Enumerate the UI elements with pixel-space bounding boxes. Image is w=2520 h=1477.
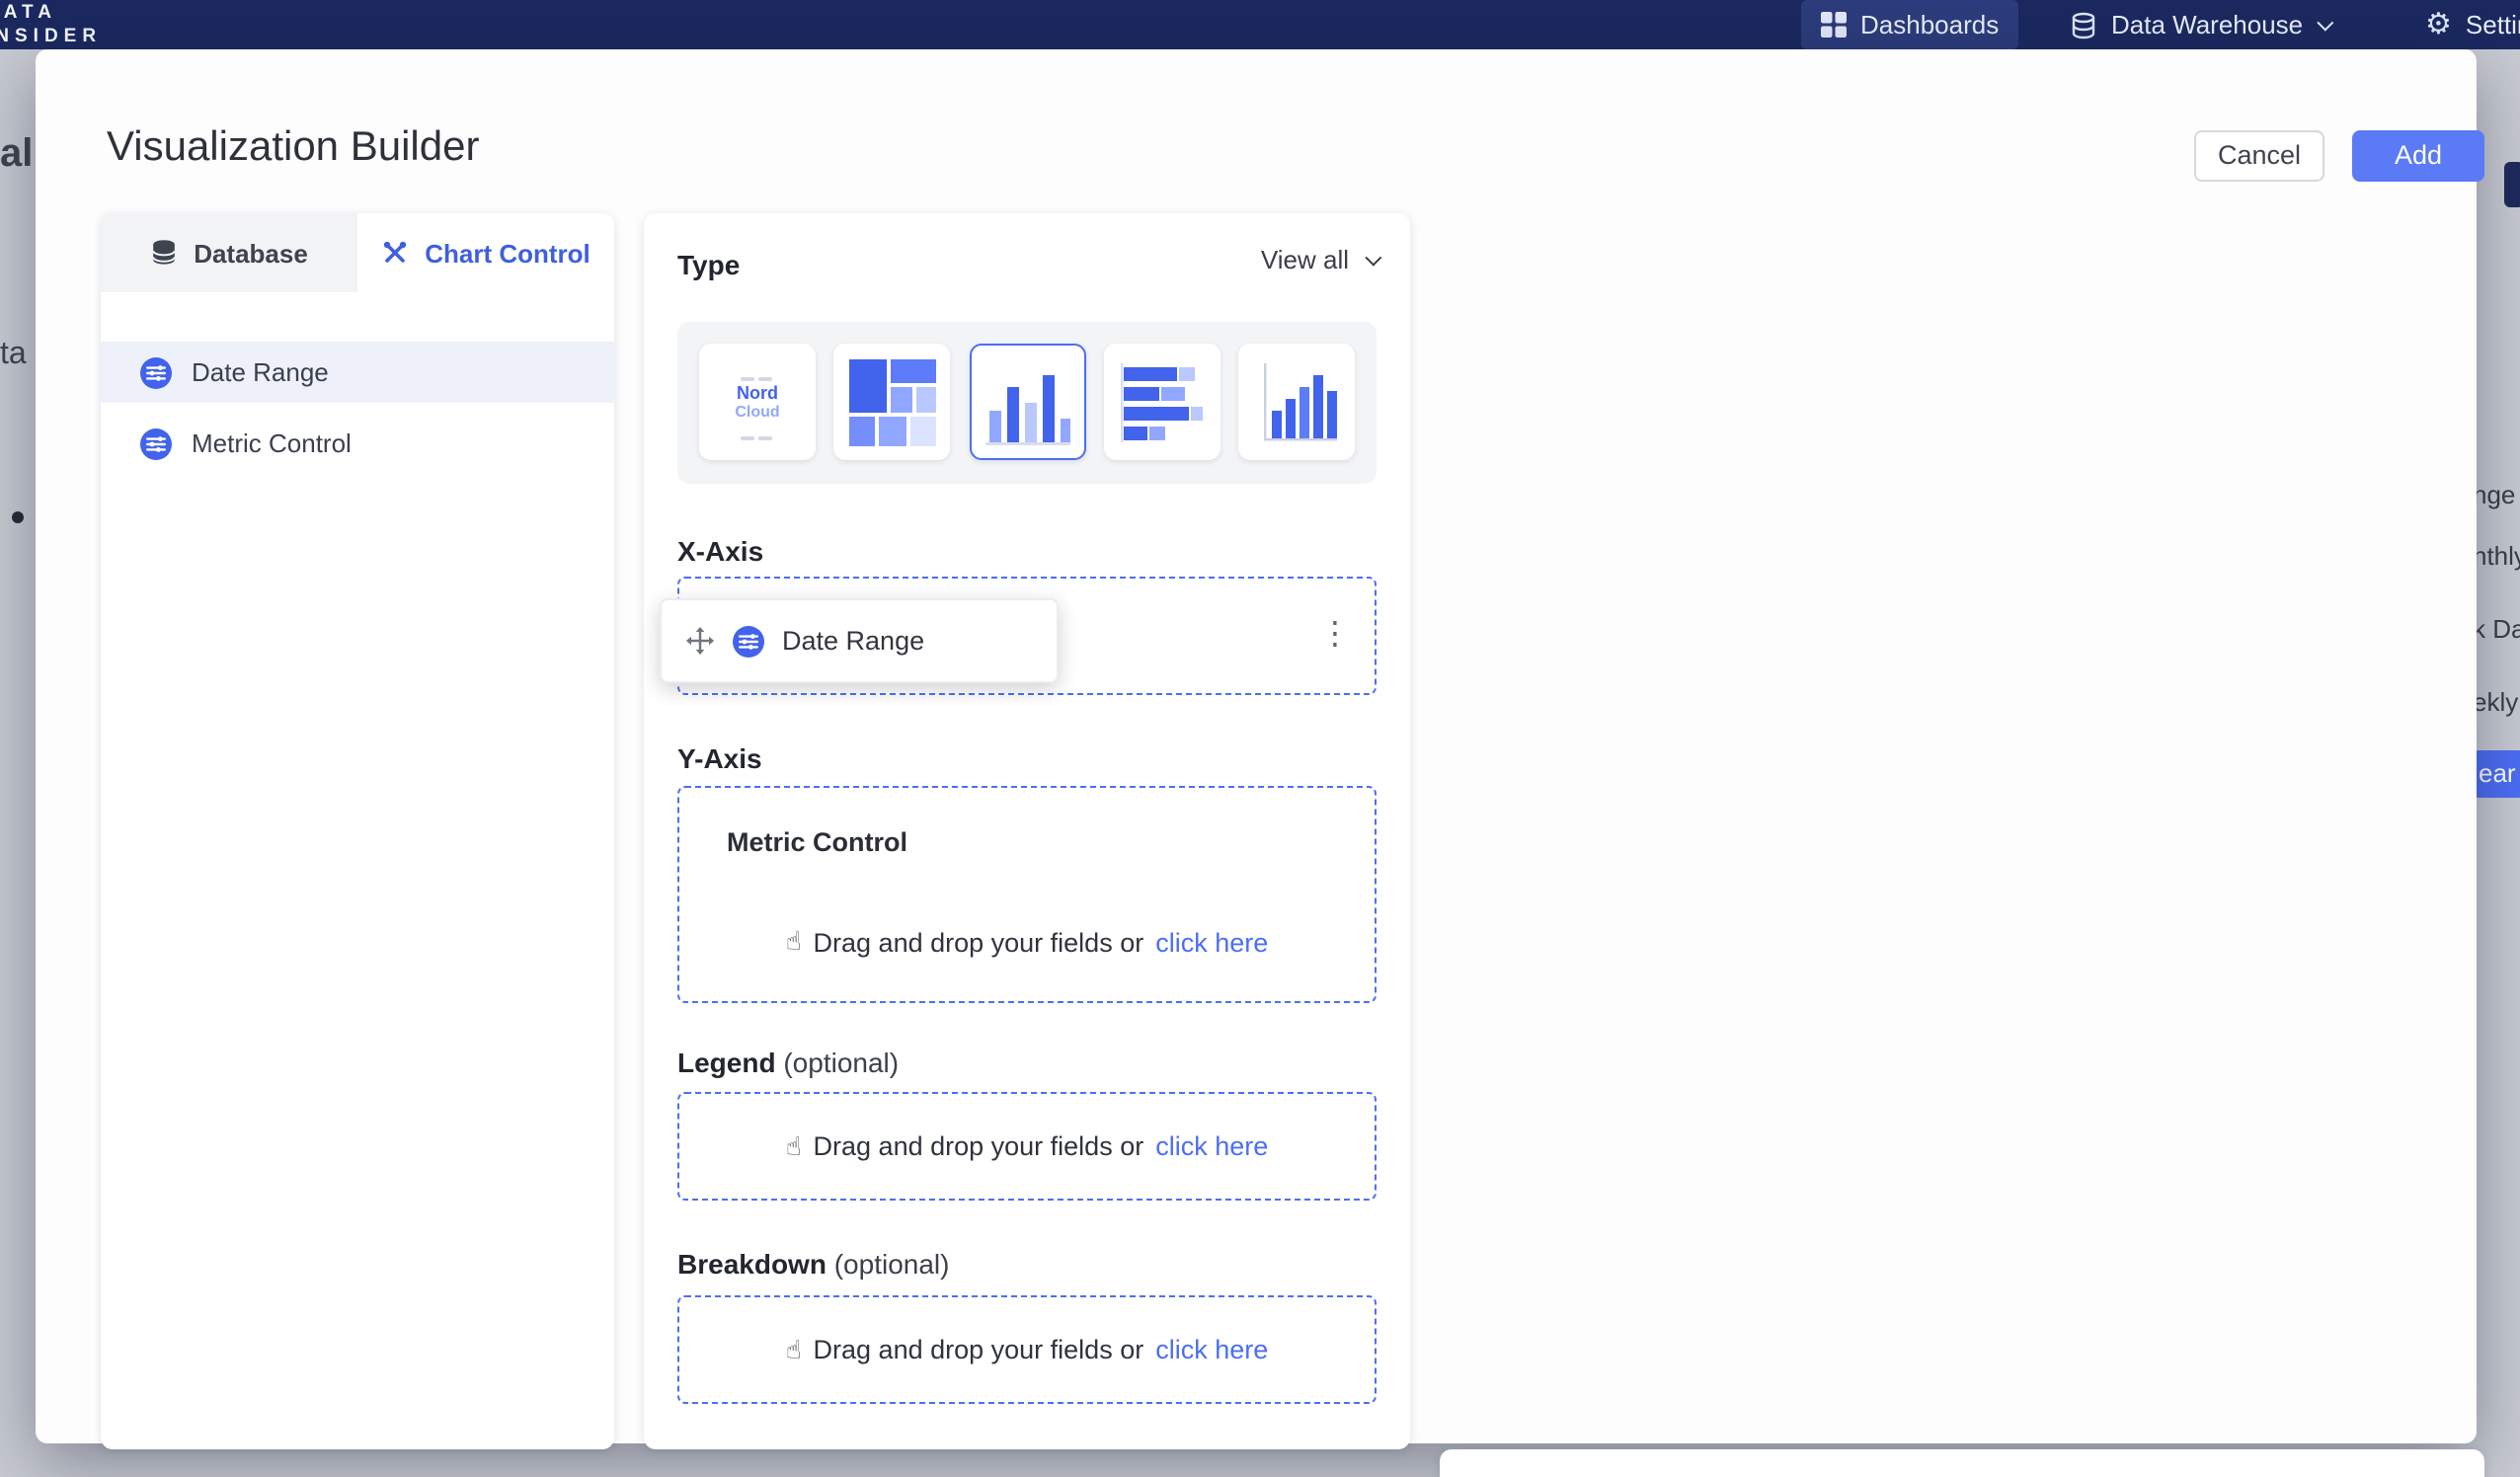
add-button[interactable]: Add	[2352, 130, 2484, 182]
breakdown-dropzone[interactable]: ☝ Drag and drop your fields or click her…	[677, 1295, 1377, 1404]
chip-label: Date Range	[782, 626, 924, 656]
bar-chart-thumbnail	[1253, 358, 1340, 445]
tab-chart-control[interactable]: Chart Control	[357, 213, 614, 292]
tab-database[interactable]: Database	[101, 213, 357, 292]
tab-chart-control-label: Chart Control	[425, 238, 591, 268]
brand-line-1: DATA	[0, 2, 102, 25]
dashboards-grid-icon	[1821, 12, 1847, 38]
top-nav: DATA INSIDER Dashboards Data Warehouse ⚙…	[0, 0, 2520, 49]
drag-hand-icon: ☝	[786, 926, 802, 958]
chart-type-card[interactable]: Nord Cloud	[699, 344, 816, 460]
background-text-fragment: al	[0, 132, 33, 178]
drop-hint-text: Drag and drop your fields or	[814, 1335, 1144, 1364]
field-item-metric-control[interactable]: Metric Control	[101, 413, 614, 474]
treemap-thumbnail	[849, 358, 936, 445]
background-option-fragment: ekly	[2473, 687, 2520, 717]
view-all-dropdown[interactable]: View all	[1261, 245, 1377, 274]
chart-type-card[interactable]	[1238, 344, 1355, 460]
background-text-fragment: ta	[0, 338, 27, 373]
decoration	[759, 435, 773, 439]
x-axis-section-title: X-Axis	[677, 535, 1377, 567]
kebab-menu-icon[interactable]: ⋮	[1319, 620, 1351, 652]
fields-panel-tabs: Database Chart Control	[101, 213, 614, 292]
drag-hand-icon: ☝	[786, 1334, 802, 1365]
fields-panel: Database Chart Control Date Range	[101, 213, 614, 1449]
chevron-down-icon	[1365, 249, 1381, 266]
brand-line-2: INSIDER	[0, 25, 102, 47]
horizontal-bar-thumbnail	[1119, 358, 1206, 445]
field-item-label: Date Range	[192, 357, 329, 387]
background-option-fragment: nthly	[2473, 541, 2520, 571]
visualization-builder-modal: Visualization Builder Cancel Add Databas…	[36, 49, 2477, 1443]
nav-item-dashboards[interactable]: Dashboards	[1801, 0, 2018, 49]
decoration	[742, 435, 755, 439]
breakdown-section-title: Breakdown (optional)	[677, 1248, 1377, 1280]
view-all-label: View all	[1261, 245, 1349, 274]
drop-hint-text: Drag and drop your fields or	[814, 927, 1144, 957]
screen: DATA INSIDER Dashboards Data Warehouse ⚙…	[0, 0, 2520, 1477]
background-bullet-dot	[12, 511, 24, 523]
click-here-link[interactable]: click here	[1155, 1131, 1268, 1161]
y-axis-dropzone[interactable]: Metric Control ☝ Drag and drop your fiel…	[677, 786, 1377, 1003]
tools-icon	[381, 239, 409, 267]
visualization-panel: Visualization Settings Untitled chart 22…	[1440, 1449, 2484, 1477]
chart-type-strip: Nord Cloud	[677, 322, 1377, 484]
nav-data-warehouse-label: Data Warehouse	[2111, 10, 2303, 39]
chevron-down-icon	[2317, 14, 2333, 31]
control-field-list: Date Range Metric Control	[101, 342, 614, 474]
background-option-fragment: k Date	[2473, 614, 2520, 644]
background-option-fragment: nge	[2473, 480, 2520, 509]
column-chart-thumbnail	[984, 358, 1070, 445]
tab-database-label: Database	[194, 238, 308, 268]
sliders-icon	[733, 625, 764, 657]
legend-section-title: Legend (optional)	[677, 1047, 1377, 1078]
chart-type-card[interactable]	[834, 344, 951, 460]
data-warehouse-icon	[2070, 11, 2097, 39]
breakdown-title-text: Breakdown	[677, 1248, 827, 1280]
word-cloud-word: Nord	[735, 382, 779, 402]
drag-hand-icon: ☝	[786, 1130, 802, 1162]
field-item-label: Metric Control	[192, 428, 352, 458]
database-icon	[150, 239, 178, 267]
breakdown-optional-text: (optional)	[834, 1248, 950, 1280]
legend-dropzone[interactable]: ☝ Drag and drop your fields or click her…	[677, 1092, 1377, 1201]
move-icon	[685, 626, 715, 656]
dragged-field-chip[interactable]: Date Range	[660, 598, 1059, 683]
chart-type-card[interactable]	[969, 344, 1085, 460]
cancel-button[interactable]: Cancel	[2194, 130, 2324, 182]
nav-item-data-warehouse[interactable]: Data Warehouse	[2070, 0, 2328, 49]
legend-title-text: Legend	[677, 1047, 776, 1078]
decoration	[759, 376, 773, 380]
field-item-date-range[interactable]: Date Range	[101, 342, 614, 403]
word-cloud-thumbnail: Nord Cloud	[735, 362, 779, 441]
nav-item-settings[interactable]: ⚙ Settings	[2425, 0, 2520, 49]
click-here-link[interactable]: click here	[1155, 1335, 1268, 1364]
y-axis-field-label: Metric Control	[727, 827, 907, 857]
word-cloud-word: Cloud	[735, 402, 779, 422]
type-section-title: Type	[677, 249, 740, 280]
legend-optional-text: (optional)	[783, 1047, 899, 1078]
builder-panel: Type View all Nord Cloud	[644, 213, 1410, 1449]
nav-dashboards-label: Dashboards	[1860, 10, 1999, 39]
chart-type-card[interactable]	[1104, 344, 1221, 460]
gear-icon: ⚙	[2425, 10, 2452, 39]
background-option-fragment-selected: ear	[2473, 750, 2520, 798]
drop-hint-text: Drag and drop your fields or	[814, 1131, 1144, 1161]
nav-settings-label: Settings	[2466, 10, 2520, 39]
y-axis-section-title: Y-Axis	[677, 742, 1377, 774]
decoration	[742, 376, 755, 380]
brand-logo: DATA INSIDER	[0, 2, 102, 47]
click-here-link[interactable]: click here	[1155, 927, 1268, 957]
save-icon	[2504, 162, 2520, 207]
sliders-icon	[140, 428, 172, 459]
sliders-icon	[140, 356, 172, 388]
modal-title: Visualization Builder	[107, 124, 479, 172]
